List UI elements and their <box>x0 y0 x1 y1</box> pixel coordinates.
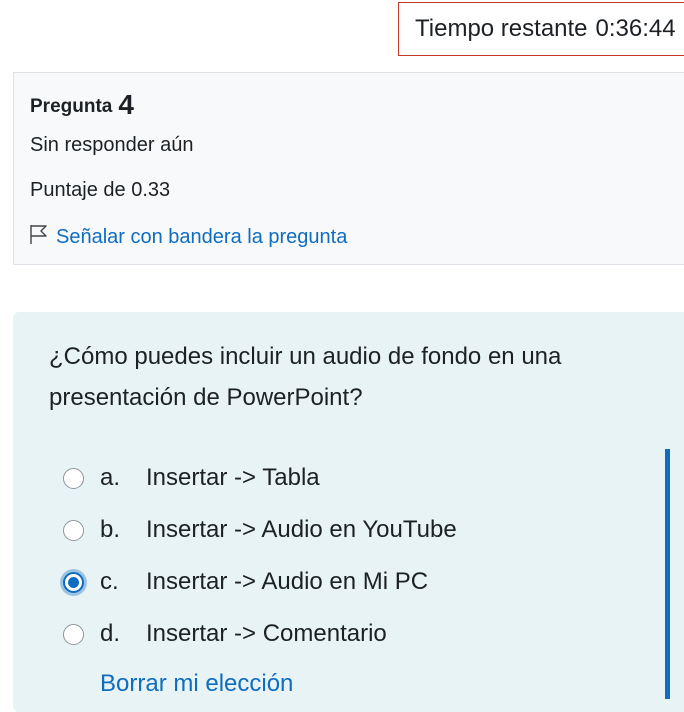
answer-list: a. Insertar -> Tabla b. Insertar -> Audi… <box>63 452 457 660</box>
answer-option-c[interactable]: c. Insertar -> Audio en Mi PC <box>63 556 457 608</box>
question-state: Sin responder aún <box>30 134 194 156</box>
answer-label: Insertar -> Comentario <box>146 620 387 647</box>
scrollbar-indicator[interactable] <box>665 449 670 699</box>
question-title: Pregunta 4 <box>30 89 134 121</box>
answer-letter: c. <box>100 568 119 595</box>
question-text: ¿Cómo puedes incluir un audio de fondo e… <box>49 343 562 411</box>
question-content: ¿Cómo puedes incluir un audio de fondo e… <box>13 312 684 712</box>
answer-option-a[interactable]: a. Insertar -> Tabla <box>63 452 457 504</box>
timer-box: Tiempo restante 0:36:44 <box>398 2 684 56</box>
clear-choice-link[interactable]: Borrar mi elección <box>100 670 293 698</box>
question-title-label: Pregunta <box>30 96 113 117</box>
answer-option-d[interactable]: d. Insertar -> Comentario <box>63 608 457 660</box>
flag-question-link[interactable]: Señalar con bandera la pregunta <box>28 223 347 251</box>
answer-label: Insertar -> Audio en Mi PC <box>146 568 429 595</box>
question-grade: Puntaje de 0.33 <box>30 179 171 201</box>
timer-value: 0:36:44 <box>595 15 676 42</box>
answer-label: Insertar -> Tabla <box>146 464 320 491</box>
answer-radio-d[interactable] <box>63 623 84 645</box>
answer-option-b[interactable]: b. Insertar -> Audio en YouTube <box>63 504 457 556</box>
answer-letter: b. <box>100 516 121 543</box>
answer-letter: d. <box>100 620 121 647</box>
answer-label: Insertar -> Audio en YouTube <box>146 516 457 543</box>
answer-radio-a[interactable] <box>63 467 84 489</box>
timer-label: Tiempo restante <box>415 15 588 42</box>
answer-radio-c[interactable] <box>63 571 84 593</box>
answer-letter: a. <box>100 464 121 491</box>
answer-radio-b[interactable] <box>63 519 84 541</box>
question-info-panel: Pregunta 4 Sin responder aún Puntaje de 0… <box>13 72 684 265</box>
flag-question-label: Señalar con bandera la pregunta <box>56 225 348 248</box>
flag-icon <box>28 223 56 251</box>
question-number: 4 <box>118 89 134 120</box>
